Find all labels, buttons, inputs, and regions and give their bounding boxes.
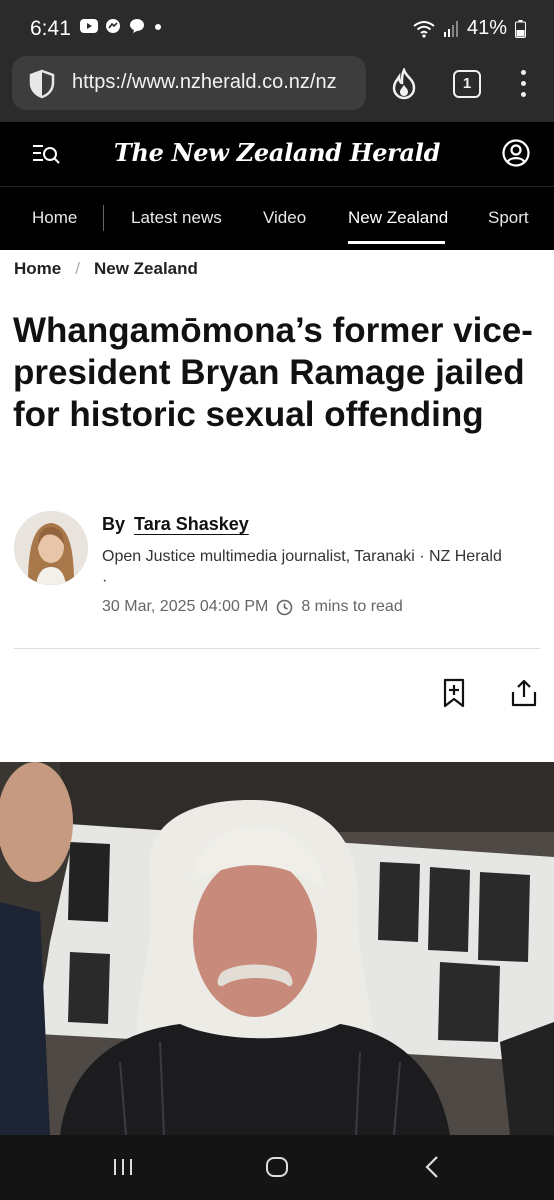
wifi-icon bbox=[413, 20, 435, 38]
signal-icon bbox=[443, 20, 458, 37]
publish-date: 30 Mar, 2025 04:00 PM bbox=[102, 598, 269, 615]
nav-item-home[interactable]: Home bbox=[32, 208, 77, 228]
breadcrumb: Home / New Zealand bbox=[14, 259, 198, 279]
by-label: By bbox=[102, 514, 126, 534]
chat-icon bbox=[130, 19, 144, 33]
browser-toolbar: https://www.nzherald.co.nz/nz 1 bbox=[0, 56, 554, 122]
home-button-icon[interactable] bbox=[265, 1156, 289, 1178]
byline: By Tara Shaskey bbox=[102, 514, 249, 535]
nav-item-new-zealand[interactable]: New Zealand bbox=[348, 208, 448, 228]
recent-apps-icon[interactable] bbox=[112, 1157, 134, 1177]
share-icon[interactable] bbox=[510, 678, 538, 708]
dot-icon bbox=[155, 24, 161, 30]
battery-percent: 41% bbox=[466, 17, 507, 39]
article-meta: 30 Mar, 2025 04:00 PM 8 mins to read bbox=[102, 598, 403, 616]
author-role: Open Justice multimedia journalist, Tara… bbox=[102, 548, 502, 589]
status-time: 6:41 bbox=[30, 17, 71, 40]
browser-menu-icon[interactable] bbox=[519, 70, 527, 100]
status-right: 41% bbox=[413, 17, 526, 40]
breadcrumb-section[interactable]: New Zealand bbox=[94, 259, 198, 279]
back-icon[interactable] bbox=[424, 1155, 440, 1179]
nav-active-indicator bbox=[348, 241, 445, 244]
youtube-icon bbox=[80, 19, 98, 33]
notification-icons bbox=[80, 18, 164, 34]
breadcrumb-separator: / bbox=[75, 259, 80, 278]
author-avatar[interactable] bbox=[14, 511, 88, 585]
clock-icon bbox=[277, 599, 293, 615]
nav-item-sport[interactable]: Sport bbox=[488, 208, 529, 228]
breadcrumb-home[interactable]: Home bbox=[14, 259, 61, 279]
address-bar[interactable]: https://www.nzherald.co.nz/nz bbox=[12, 56, 366, 110]
messenger-icon bbox=[106, 19, 120, 33]
battery-icon bbox=[515, 19, 526, 38]
read-time: 8 mins to read bbox=[301, 598, 403, 615]
site-header: The New Zealand Herald bbox=[0, 122, 554, 186]
flame-icon[interactable] bbox=[390, 68, 418, 100]
article-headline: Whangamōmona’s former vice-president Bry… bbox=[13, 311, 533, 434]
section-nav: Home Latest news Video New Zealand Sport bbox=[0, 186, 554, 250]
nav-item-video[interactable]: Video bbox=[263, 208, 306, 228]
site-logo[interactable]: The New Zealand Herald bbox=[0, 138, 554, 167]
tab-switcher-button[interactable]: 1 bbox=[453, 70, 481, 98]
author-name-link[interactable]: Tara Shaskey bbox=[134, 514, 249, 534]
article-hero-image[interactable] bbox=[0, 762, 554, 1135]
shield-icon[interactable] bbox=[28, 69, 56, 99]
meta-divider bbox=[14, 648, 540, 649]
system-nav-bar bbox=[0, 1135, 554, 1200]
status-bar: 6:41 41% bbox=[0, 0, 554, 56]
nav-item-latest-news[interactable]: Latest news bbox=[131, 208, 222, 228]
account-icon[interactable] bbox=[501, 138, 531, 168]
url-text[interactable]: https://www.nzherald.co.nz/nz bbox=[72, 71, 362, 94]
nav-divider bbox=[103, 205, 104, 231]
bookmark-add-icon[interactable] bbox=[441, 678, 467, 708]
